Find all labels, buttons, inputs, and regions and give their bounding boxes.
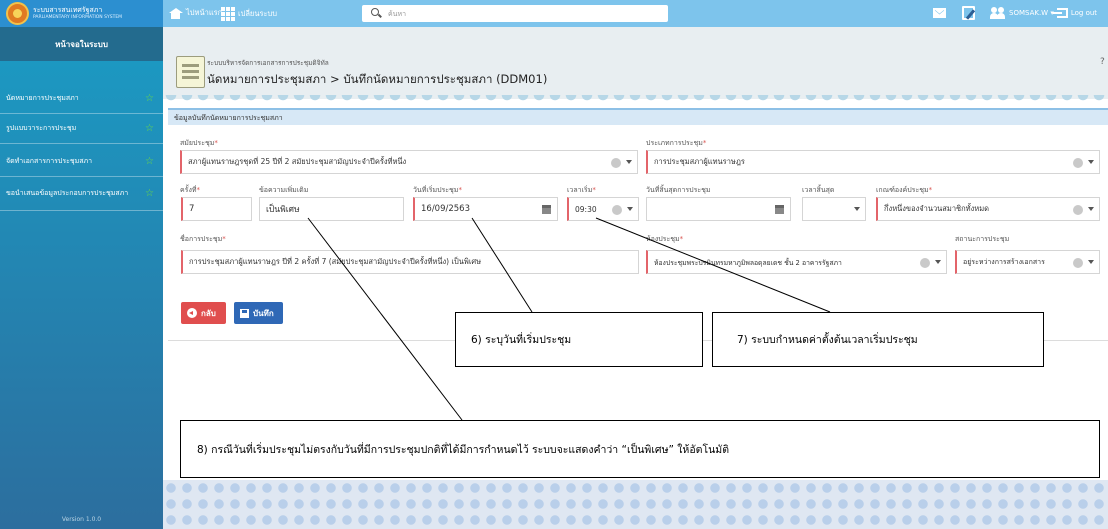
callout-8: 8) กรณีวันที่เริ่มประชุมไม่ตรงกับวันที่ม… [180,420,1100,478]
callout-6-pointer [471,217,533,313]
callout-7-pointer [595,217,831,313]
callout-6: 6) ระบุวันที่เริ่มประชุม [455,312,703,367]
callout-7: 7) ระบบกำหนดค่าตั้งต้นเวลาเริ่มประชุม [712,312,1044,367]
callout-8-pointer [307,217,463,421]
